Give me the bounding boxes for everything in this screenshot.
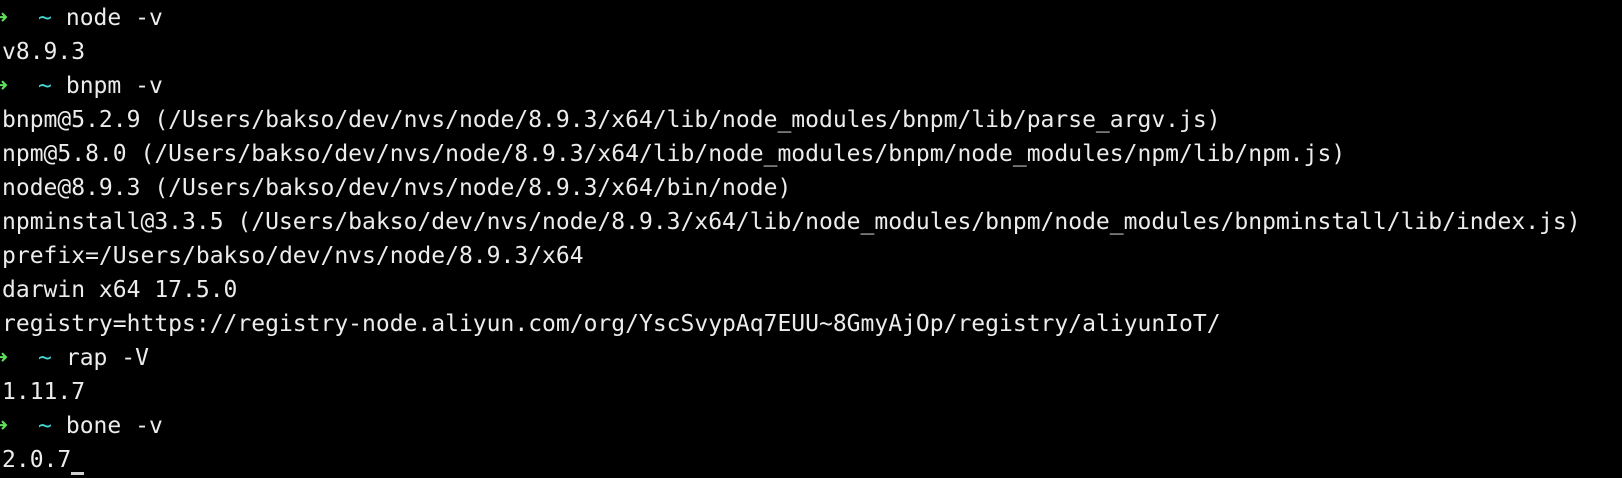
output-line: 1.11.7 bbox=[2, 379, 86, 405]
command-text: bnpm -v bbox=[65, 73, 163, 99]
output-line: 2.0.7 bbox=[0, 443, 1622, 477]
command-text: bone -v bbox=[65, 413, 163, 439]
command-text: rap -V bbox=[65, 345, 149, 371]
output-line: npm@5.8.0 (/Users/bakso/dev/nvs/node/8.9… bbox=[2, 141, 1346, 167]
current-directory: ~ bbox=[38, 345, 52, 371]
prompt-line: ➜ ~ bnpm -v bbox=[0, 69, 1622, 103]
right-arrow-icon: ➜ bbox=[0, 413, 8, 439]
current-directory: ~ bbox=[38, 5, 52, 31]
output-text: 2.0.7 bbox=[2, 447, 72, 473]
text-cursor[interactable] bbox=[71, 472, 85, 475]
current-directory: ~ bbox=[38, 73, 52, 99]
output-line: node@8.9.3 (/Users/bakso/dev/nvs/node/8.… bbox=[2, 175, 792, 201]
right-arrow-icon: ➜ bbox=[0, 345, 8, 371]
right-arrow-icon: ➜ bbox=[0, 5, 8, 31]
output-line: prefix=/Users/bakso/dev/nvs/node/8.9.3/x… bbox=[2, 243, 584, 269]
output-line: v8.9.3 bbox=[2, 39, 86, 65]
prompt-line: ➜ ~ bone -v bbox=[0, 409, 1622, 443]
output-line: npminstall@3.3.5 (/Users/bakso/dev/nvs/n… bbox=[2, 209, 1581, 235]
output-line: bnpm@5.2.9 (/Users/bakso/dev/nvs/node/8.… bbox=[2, 107, 1221, 133]
terminal-window[interactable]: ➜ ~ node -v v8.9.3 ➜ ~ bnpm -v bnpm@5.2.9 (/… bbox=[0, 0, 1622, 478]
prompt-line: ➜ ~ node -v bbox=[0, 1, 1622, 35]
output-line: darwin x64 17.5.0 bbox=[2, 277, 238, 303]
command-text: node -v bbox=[65, 5, 163, 31]
right-arrow-icon: ➜ bbox=[0, 73, 8, 99]
current-directory: ~ bbox=[38, 413, 52, 439]
output-line: registry=https://registry-node.aliyun.co… bbox=[2, 311, 1221, 337]
prompt-line: ➜ ~ rap -V bbox=[0, 341, 1622, 375]
